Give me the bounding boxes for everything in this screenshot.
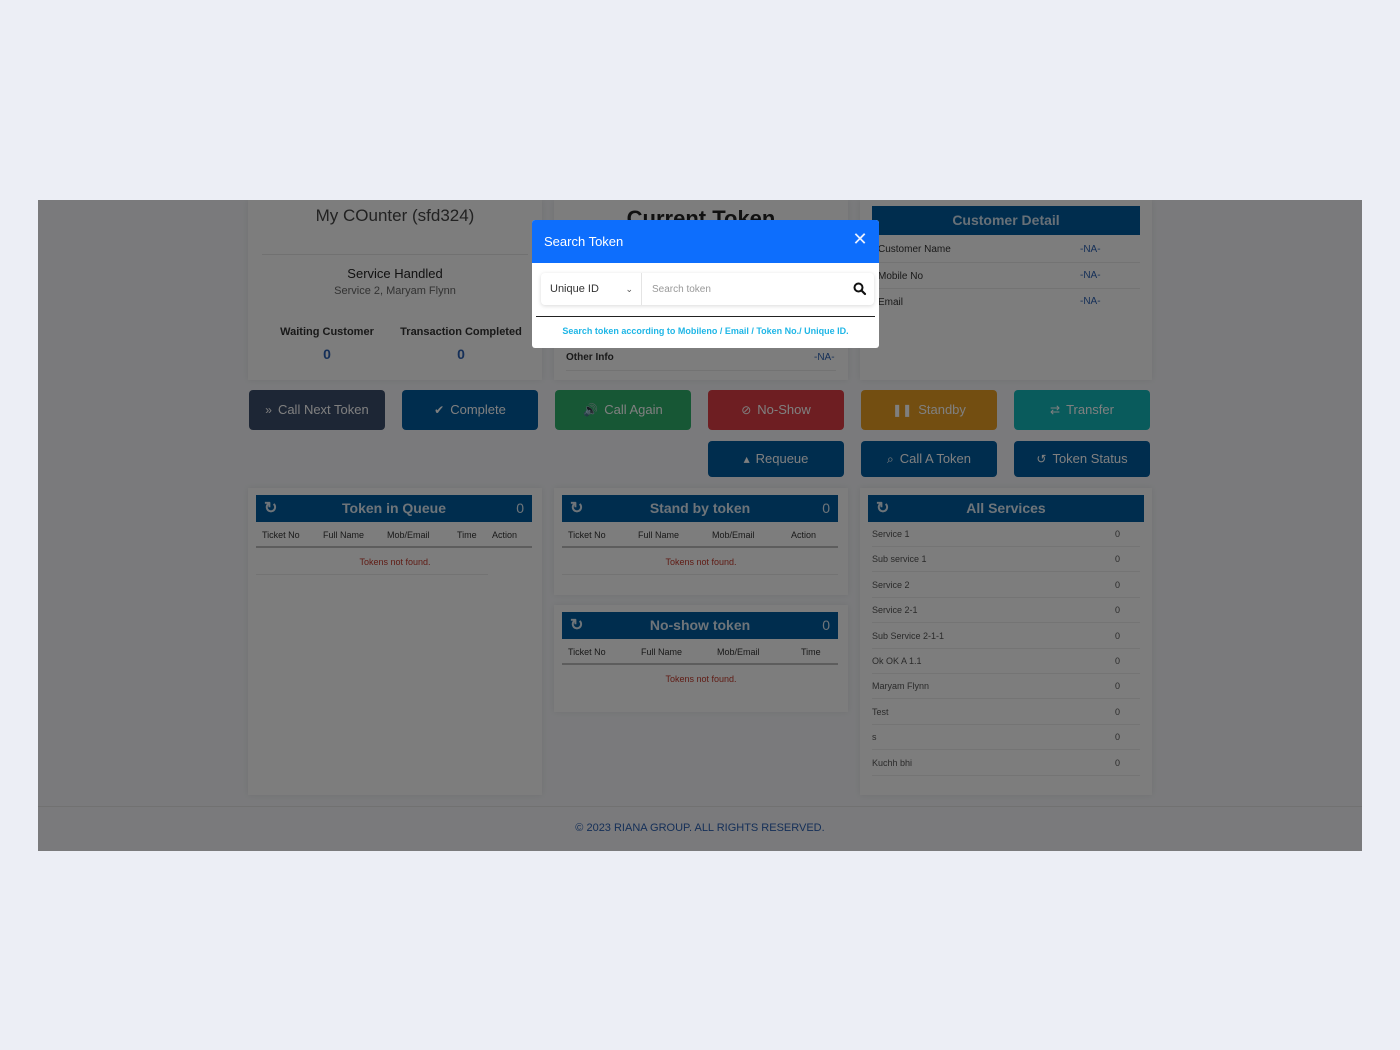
divider [536, 316, 875, 317]
search-group: Unique ID ⌄ [541, 273, 874, 305]
search-type-select[interactable]: Unique ID ⌄ [541, 273, 642, 305]
search-hint: Search token according to Mobileno / Ema… [562, 326, 849, 336]
modal-title: Search Token [544, 234, 624, 249]
search-token-modal: Search Token ✕ Unique ID ⌄ Search token … [532, 220, 879, 348]
search-icon[interactable] [852, 281, 868, 297]
modal-header: Search Token ✕ [532, 220, 879, 263]
close-icon[interactable]: ✕ [851, 230, 869, 248]
search-token-input[interactable] [643, 273, 843, 305]
chevron-down-icon: ⌄ [625, 284, 633, 294]
app-frame: My COunter (sfd324) Service Handled Serv… [38, 200, 1362, 851]
